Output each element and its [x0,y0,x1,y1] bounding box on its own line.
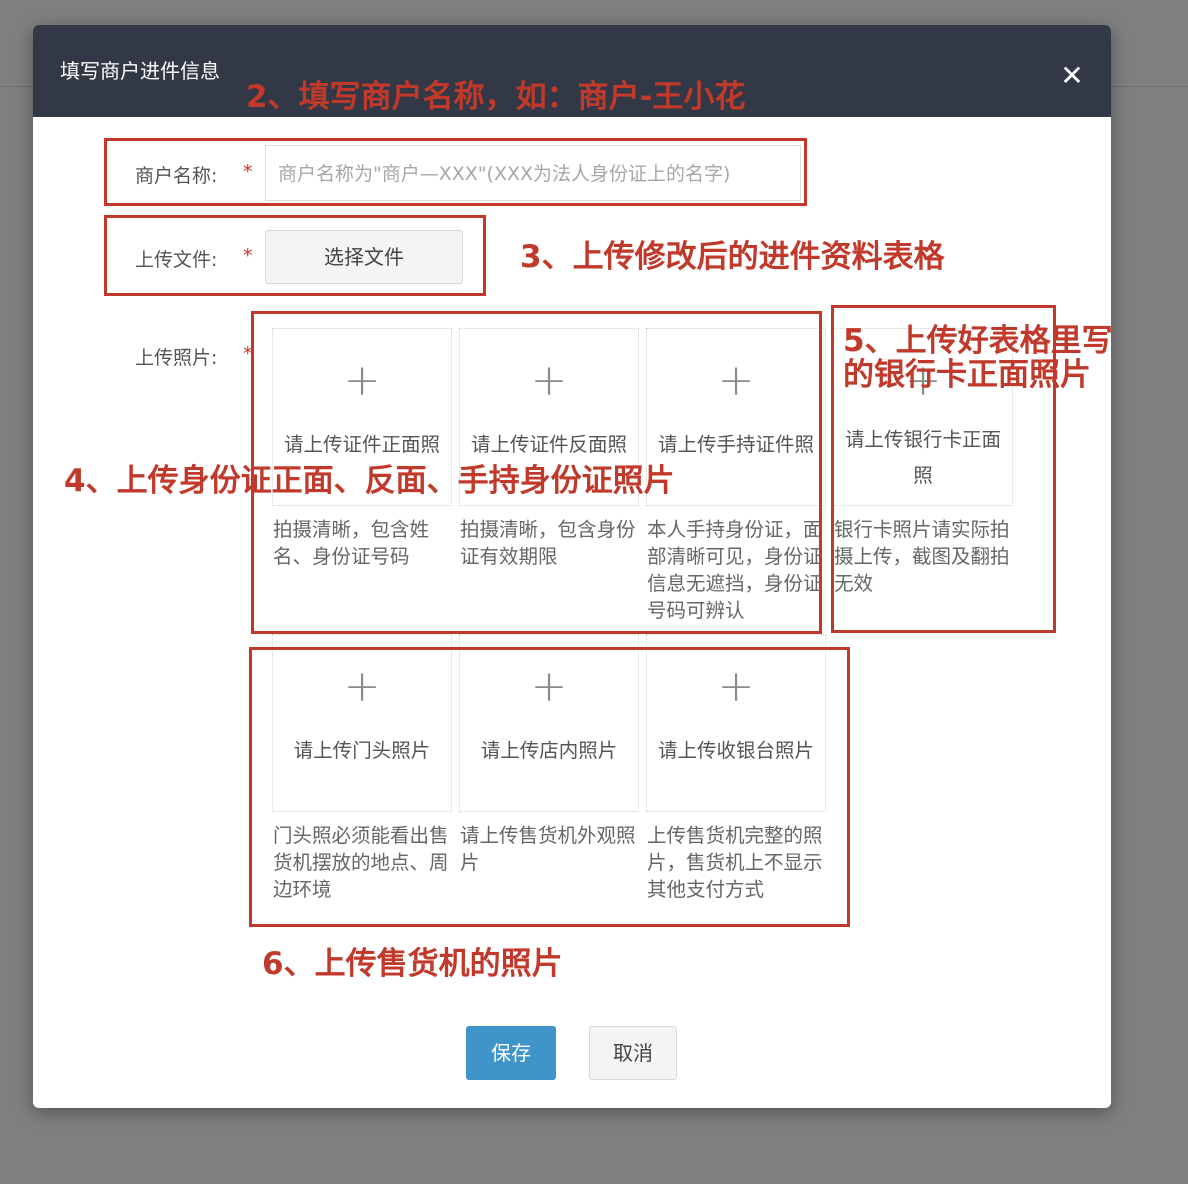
annotation-box-upload-file [104,215,486,296]
cancel-button[interactable]: 取消 [589,1026,677,1080]
modal-title: 填写商户进件信息 [60,59,220,83]
annotation-step5-line2: 的银行卡正面照片 [843,357,1091,393]
save-button[interactable]: 保存 [466,1026,556,1080]
annotation-step4: 4、上传身份证正面、反面、手持身份证照片 [64,463,675,499]
annotation-box-machine-photos [249,647,850,927]
annotation-step2: 2、填写商户名称，如：商户-王小花 [246,79,746,115]
annotation-step3: 3、上传修改后的进件资料表格 [520,239,945,275]
annotation-step5-line1: 5、上传好表格里写 [843,323,1113,359]
upload-photo-label: 上传照片: [135,347,218,369]
close-icon[interactable]: ✕ [1055,59,1089,93]
annotation-box-merchant-name [104,138,807,206]
annotation-step6: 6、上传售货机的照片 [262,946,563,982]
